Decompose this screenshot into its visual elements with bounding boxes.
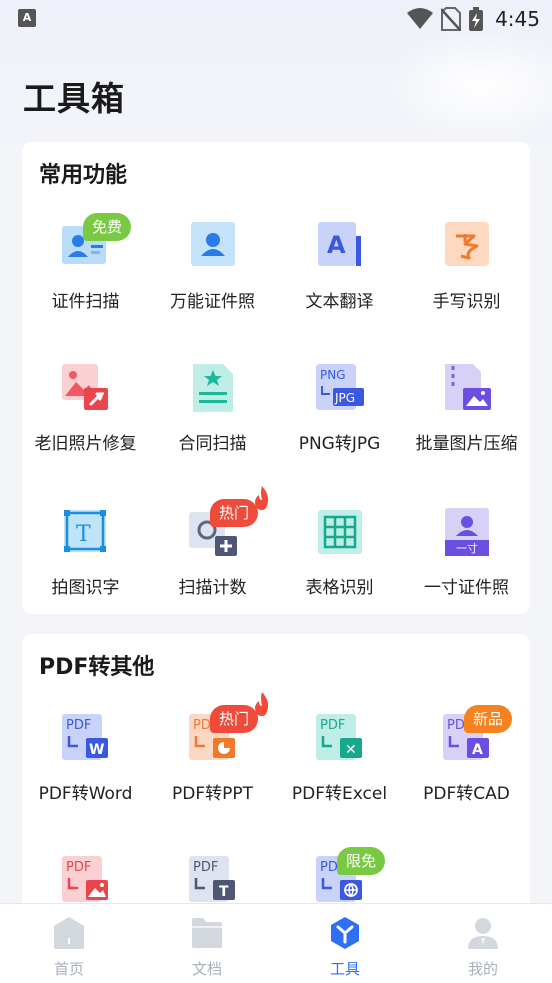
tool-label: 证件扫描 xyxy=(51,292,120,312)
pdf-to-text-icon: PDF T xyxy=(189,856,235,902)
tool-contract-scan[interactable]: 合同扫描 xyxy=(149,364,276,484)
pdf-to-excel-icon: PDF ✕ xyxy=(316,714,362,760)
svg-text:A: A xyxy=(472,742,483,758)
photo-repair-icon xyxy=(62,364,108,410)
common-tools-grid: 免费 证件扫描 万能证件照 A 文本翻译 手写识别 老旧照片修复 合同扫描 PN… xyxy=(22,142,530,614)
tool-label: 手写识别 xyxy=(432,292,501,312)
tool-label: PDF转CAD xyxy=(423,784,510,804)
tool-label: PDF转Excel xyxy=(291,784,388,804)
svg-text:T: T xyxy=(76,522,91,547)
flame-icon xyxy=(255,486,269,510)
bottom-nav: 首页 文档 工具 我的 xyxy=(0,903,552,983)
tool-label: PDF转Word xyxy=(38,784,133,804)
limited-free-badge: 限免 xyxy=(337,847,386,875)
tool-table-recognition[interactable]: 表格识别 xyxy=(276,508,403,628)
tool-label: 拍图识字 xyxy=(51,578,120,598)
tool-label: 批量图片压缩 xyxy=(415,434,518,454)
tool-scan-count[interactable]: 热门 扫描计数 xyxy=(149,486,276,628)
tool-pdf-to-ppt[interactable]: PD 热门 PDF转PPT xyxy=(149,692,276,834)
svg-text:PDF: PDF xyxy=(66,860,91,875)
tool-pdf-to-cad[interactable]: PD A 新品 PDF转CAD xyxy=(403,705,530,834)
tool-universal-id-photo[interactable]: 万能证件照 xyxy=(149,222,276,342)
one-inch-photo-icon: 一寸 xyxy=(445,508,489,556)
table-icon xyxy=(318,510,362,554)
tool-label: PDF转PPT xyxy=(171,784,253,804)
tools-screen: A 4:45 工具箱 常用功能 免费 证件扫描 万能证件照 A 文本翻译 手写识… xyxy=(0,0,552,983)
pdf-to-word-icon: PDF W xyxy=(62,714,108,760)
svg-text:PNG: PNG xyxy=(320,368,346,382)
contract-scan-icon xyxy=(193,364,233,412)
tool-old-photo-repair[interactable]: 老旧照片修复 xyxy=(22,364,149,484)
tool-handwriting-recognition[interactable]: 手写识别 xyxy=(403,222,530,342)
tool-pdf-to-excel[interactable]: PDF ✕ PDF转Excel xyxy=(276,714,403,834)
svg-text:PD: PD xyxy=(320,860,338,875)
tool-label: PNG转JPG xyxy=(298,434,381,454)
nav-documents[interactable]: 文档 xyxy=(138,904,276,983)
svg-text:PD: PD xyxy=(447,718,465,733)
svg-text:T: T xyxy=(219,884,229,900)
app-notification-icon: A xyxy=(18,9,36,27)
tool-text-translate[interactable]: A 文本翻译 xyxy=(276,222,403,342)
battery-charging-icon xyxy=(469,7,484,31)
nav-profile[interactable]: 我的 xyxy=(414,904,552,983)
svg-text:一寸: 一寸 xyxy=(456,541,478,555)
svg-text:JPG: JPG xyxy=(334,391,355,405)
tool-photo-ocr[interactable]: T 拍图识字 xyxy=(22,508,149,628)
nav-home[interactable]: 首页 xyxy=(0,904,138,983)
tool-batch-image-compress[interactable]: 批量图片压缩 xyxy=(403,364,530,484)
common-functions-card: 常用功能 免费 证件扫描 万能证件照 A 文本翻译 手写识别 老旧照片修复 合同… xyxy=(22,142,530,614)
svg-text:PDF: PDF xyxy=(193,860,218,875)
user-icon xyxy=(468,918,498,949)
tool-label: 表格识别 xyxy=(305,578,374,598)
tool-one-inch-photo[interactable]: 一寸 一寸证件照 xyxy=(403,508,530,628)
nav-label: 我的 xyxy=(467,960,498,978)
nav-tools[interactable]: 工具 xyxy=(276,904,414,983)
free-badge: 免费 xyxy=(83,213,132,241)
no-sim-icon xyxy=(441,7,462,31)
handwriting-icon xyxy=(445,222,489,266)
tool-png-to-jpg[interactable]: PNG JPG PNG转JPG xyxy=(276,364,403,484)
home-icon xyxy=(54,917,84,949)
svg-text:✕: ✕ xyxy=(345,742,357,758)
tool-label: 文本翻译 xyxy=(305,292,374,312)
svg-text:W: W xyxy=(89,742,104,758)
tool-label: 老旧照片修复 xyxy=(34,434,137,454)
tool-label: 合同扫描 xyxy=(178,434,247,454)
id-photo-icon xyxy=(191,222,235,266)
tool-id-scan[interactable]: 免费 证件扫描 xyxy=(22,213,149,342)
status-time: 4:45 xyxy=(495,7,540,31)
hot-badge: 热门 xyxy=(210,499,259,527)
new-badge: 新品 xyxy=(464,705,513,733)
hot-badge: 热门 xyxy=(210,705,259,733)
folder-icon xyxy=(192,918,222,948)
photo-text-icon: T xyxy=(64,510,106,552)
wifi-icon xyxy=(407,8,434,29)
header-decoration xyxy=(382,30,552,140)
nav-label: 文档 xyxy=(191,960,222,978)
tool-label: 万能证件照 xyxy=(170,292,255,312)
png-to-jpg-icon: PNG JPG xyxy=(316,364,364,410)
nav-label: 工具 xyxy=(329,960,360,978)
tool-label: 一寸证件照 xyxy=(424,578,509,598)
tools-cube-icon xyxy=(331,917,359,949)
svg-text:PD: PD xyxy=(193,718,211,733)
nav-label: 首页 xyxy=(53,960,84,978)
image-compress-icon xyxy=(445,364,491,410)
svg-text:A: A xyxy=(327,231,346,259)
translate-icon: A xyxy=(318,222,361,266)
page-title: 工具箱 xyxy=(23,79,125,118)
tool-pdf-to-word[interactable]: PDF W PDF转Word xyxy=(22,714,149,834)
status-icons: 4:45 xyxy=(407,6,540,32)
tool-label: 扫描计数 xyxy=(178,578,247,598)
svg-text:PDF: PDF xyxy=(66,718,91,733)
flame-icon xyxy=(255,692,269,716)
pdf-to-image-icon: PDF xyxy=(62,856,108,902)
svg-text:PDF: PDF xyxy=(320,718,345,733)
